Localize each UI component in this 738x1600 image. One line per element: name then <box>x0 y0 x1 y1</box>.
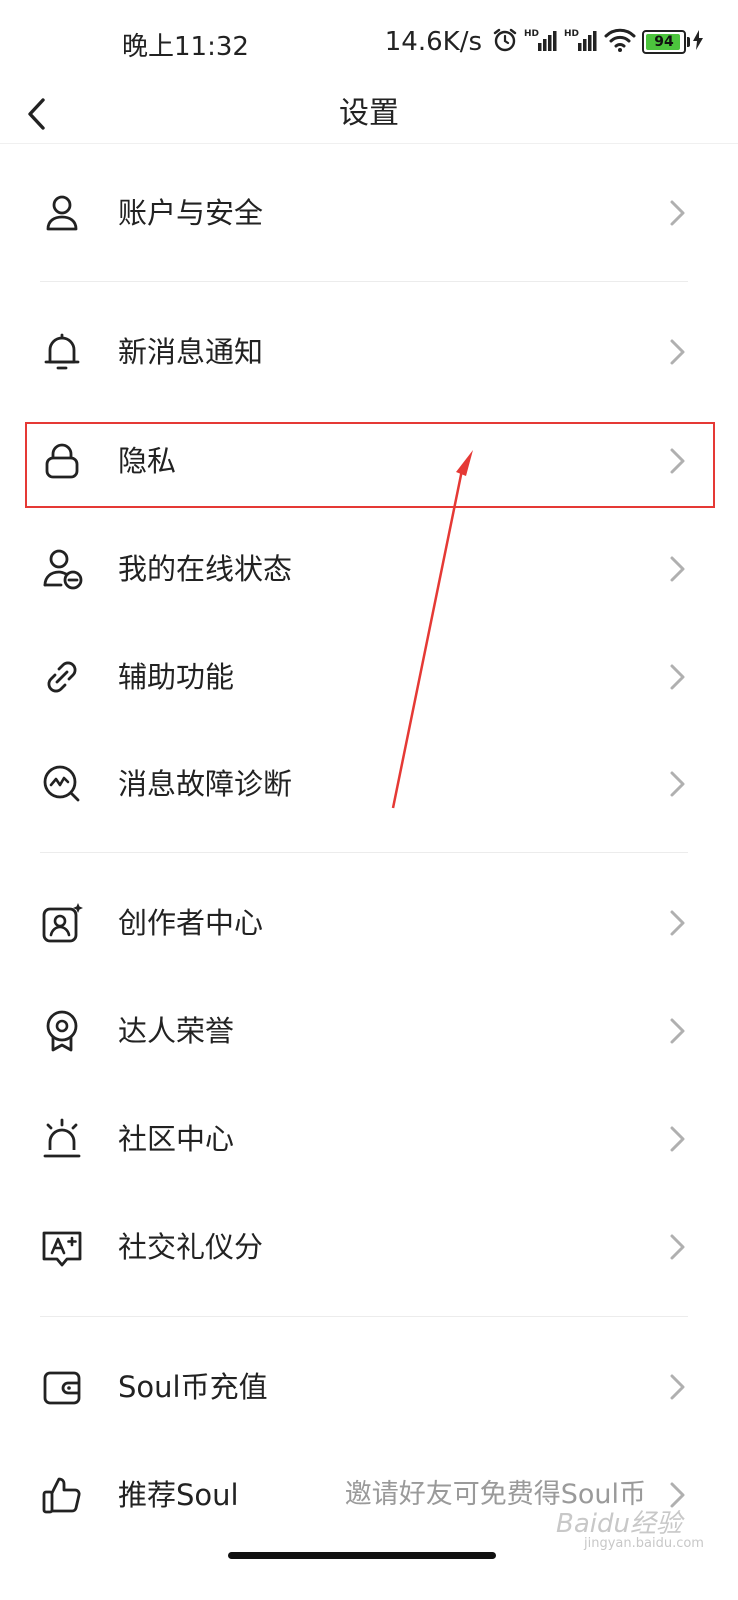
user-icon <box>40 191 84 235</box>
wallet-icon <box>40 1365 84 1409</box>
settings-item-label: 社交礼仪分 <box>118 1230 264 1264</box>
chevron-right-icon <box>664 553 690 585</box>
chevron-right-icon <box>664 768 690 800</box>
charging-icon <box>692 29 704 55</box>
thumbs-up-icon <box>40 1473 84 1517</box>
settings-item-label: 推荐Soul <box>118 1478 239 1512</box>
creator-icon <box>40 901 84 945</box>
hd-signal-icon: HD <box>564 27 598 57</box>
annotation-highlight-box <box>25 422 715 508</box>
alarm-icon <box>492 27 518 57</box>
settings-item-label: 创作者中心 <box>118 906 264 940</box>
settings-item-social-etiquette[interactable]: 社交礼仪分 <box>0 1197 738 1297</box>
settings-item-notifications[interactable]: 新消息通知 <box>0 302 738 402</box>
chevron-right-icon <box>664 1015 690 1047</box>
status-icons: 14.6K/s HD HD 94 <box>385 26 704 58</box>
settings-item-expert-honors[interactable]: 达人荣誉 <box>0 981 738 1081</box>
chevron-right-icon <box>664 661 690 693</box>
settings-item-label: 达人荣誉 <box>118 1014 235 1048</box>
battery-level: 94 <box>654 34 674 50</box>
home-indicator[interactable] <box>228 1552 496 1559</box>
section-divider <box>40 281 688 282</box>
medal-icon <box>40 1009 84 1053</box>
user-status-icon <box>40 547 84 591</box>
settings-item-label: 账户与安全 <box>118 196 264 230</box>
settings-item-label: 社区中心 <box>118 1122 235 1156</box>
settings-item-label: 新消息通知 <box>118 335 264 369</box>
chevron-right-icon <box>664 197 690 229</box>
section-divider <box>40 1316 688 1317</box>
etiquette-icon <box>40 1225 84 1269</box>
settings-item-label: Soul币充值 <box>118 1370 268 1404</box>
settings-item-creator-center[interactable]: 创作者中心 <box>0 873 738 973</box>
section-divider <box>40 852 688 853</box>
nav-bar: 设置 <box>0 84 738 144</box>
status-time: 晚上11:32 <box>122 32 249 62</box>
svg-text:HD: HD <box>524 29 539 39</box>
wifi-icon <box>604 27 636 57</box>
chevron-right-icon <box>664 1371 690 1403</box>
settings-item-soul-coin-recharge[interactable]: Soul币充值 <box>0 1337 738 1437</box>
settings-item-online-status[interactable]: 我的在线状态 <box>0 519 738 619</box>
hd-signal-icon: HD <box>524 27 558 57</box>
chevron-right-icon <box>664 1123 690 1155</box>
svg-text:HD: HD <box>564 29 579 39</box>
settings-item-label: 我的在线状态 <box>118 552 293 586</box>
settings-item-label: 辅助功能 <box>118 660 235 694</box>
alarm-light-icon <box>40 1117 84 1161</box>
chevron-right-icon <box>664 907 690 939</box>
diagnose-icon <box>40 762 84 806</box>
settings-item-diagnostics[interactable]: 消息故障诊断 <box>0 734 738 834</box>
chevron-right-icon <box>664 1231 690 1263</box>
settings-item-accessibility[interactable]: 辅助功能 <box>0 627 738 727</box>
settings-item-community-center[interactable]: 社区中心 <box>0 1089 738 1189</box>
settings-item-label: 消息故障诊断 <box>118 767 293 801</box>
link-icon <box>40 655 84 699</box>
page-title: 设置 <box>339 96 399 131</box>
bell-icon <box>40 330 84 374</box>
baidu-watermark-logo: Baidu经验 <box>556 1509 682 1539</box>
status-bar: 晚上11:32 14.6K/s HD HD 94 <box>0 0 738 84</box>
baidu-watermark-url: jingyan.baidu.com <box>584 1536 704 1551</box>
settings-item-account-security[interactable]: 账户与安全 <box>0 163 738 263</box>
network-speed: 14.6K/s <box>384 27 482 57</box>
chevron-right-icon <box>664 336 690 368</box>
nav-divider <box>0 143 738 144</box>
battery-icon: 94 <box>642 30 690 54</box>
